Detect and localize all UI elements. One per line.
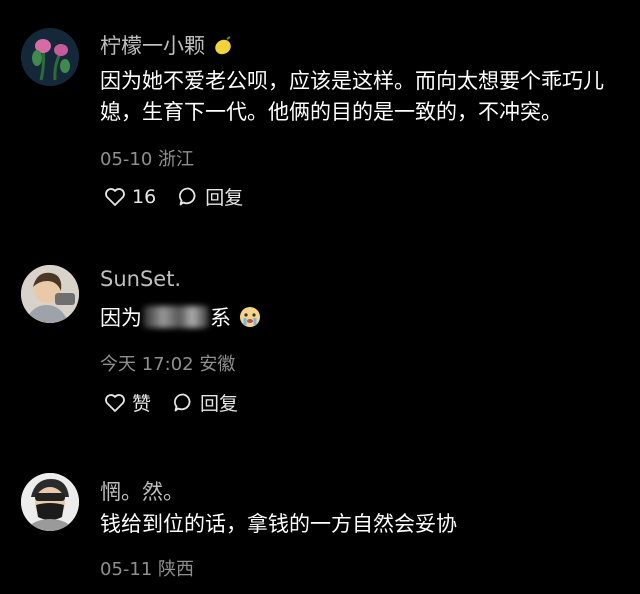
username[interactable]: 惘。然。: [100, 476, 184, 506]
comment-text: 钱给到位的话，拿钱的一方自然会妥协: [100, 512, 457, 536]
masked-person-avatar-icon: [21, 473, 79, 531]
comment-meta: 05-11 陕西: [100, 555, 194, 581]
avatar[interactable]: [21, 473, 79, 531]
comment-date: 05-11: [100, 559, 153, 580]
comment-item: 惘。然。 钱给到位的话，拿钱的一方自然会妥协 05-11 陕西: [0, 0, 640, 594]
comment-location: 陕西: [158, 559, 195, 580]
